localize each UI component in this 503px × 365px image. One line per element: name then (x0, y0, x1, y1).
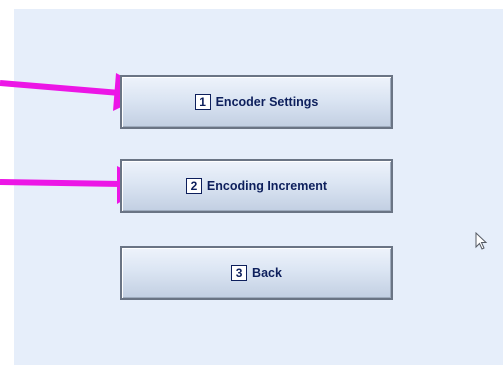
key-hint-3: 3 (231, 265, 248, 281)
encoding-increment-button[interactable]: 2 Encoding Increment (120, 159, 393, 213)
key-hint-2: 2 (185, 178, 202, 194)
back-button[interactable]: 3 Back (120, 246, 393, 300)
key-hint-1: 1 (194, 94, 211, 110)
mouse-pointer-icon (475, 232, 488, 250)
encoding-increment-label: Encoding Increment (206, 179, 328, 193)
encoder-settings-label: Encoder Settings (215, 95, 319, 109)
back-label: Back (252, 266, 282, 280)
encoder-settings-button[interactable]: 1 Encoder Settings (120, 75, 393, 129)
